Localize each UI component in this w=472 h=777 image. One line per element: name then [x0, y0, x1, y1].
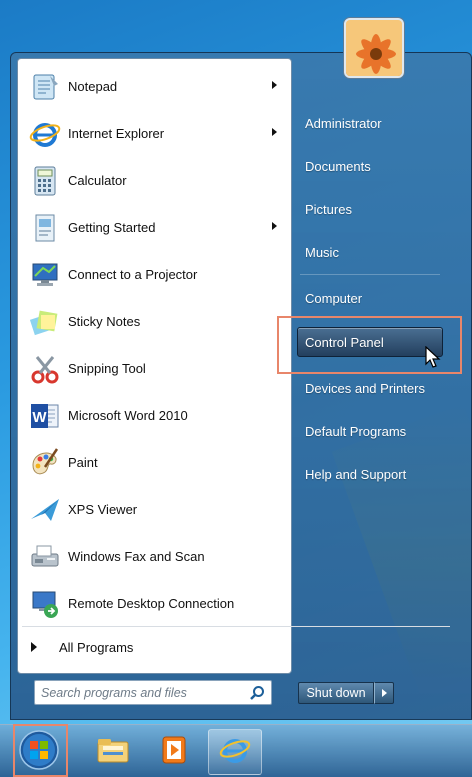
- svg-text:W: W: [32, 409, 47, 426]
- menu-computer[interactable]: Computer: [297, 283, 447, 313]
- program-label: Connect to a Projector: [68, 267, 198, 282]
- projector-icon: [28, 258, 62, 292]
- menu-label: Computer: [305, 290, 363, 306]
- remote-desktop-icon: [28, 587, 62, 621]
- program-notepad[interactable]: Notepad: [18, 63, 291, 110]
- program-label: Notepad: [68, 79, 118, 94]
- menu-label: Administrator: [305, 115, 382, 131]
- menu-label: Help and Support: [305, 466, 407, 482]
- submenu-arrow-icon[interactable]: [272, 222, 277, 230]
- search-icon[interactable]: [249, 685, 265, 704]
- mouse-cursor-icon: [425, 345, 443, 375]
- programs-divider: [22, 626, 450, 627]
- program-label: Snipping Tool: [68, 361, 146, 376]
- user-picture[interactable]: [344, 18, 404, 78]
- taskbar-explorer[interactable]: [86, 729, 140, 775]
- expand-arrow-icon: [31, 642, 37, 652]
- programs-pane: Notepad Internet Explorer Calculator Get…: [17, 58, 292, 674]
- paint-icon: [28, 446, 62, 480]
- sticky-notes-icon: [28, 305, 62, 339]
- all-programs-label: All Programs: [59, 639, 134, 655]
- chevron-right-icon: [381, 689, 387, 697]
- search-placeholder: Search programs and files: [41, 685, 187, 700]
- program-label: Microsoft Word 2010: [68, 408, 188, 423]
- internet-explorer-icon: [28, 117, 62, 151]
- program-word-2010[interactable]: W Microsoft Word 2010: [18, 392, 291, 439]
- program-label: Paint: [68, 455, 98, 470]
- program-getting-started[interactable]: Getting Started: [18, 204, 291, 251]
- program-label: Remote Desktop Connection: [68, 596, 235, 611]
- taskbar-internet-explorer[interactable]: [208, 729, 262, 775]
- menu-label: Documents: [305, 158, 371, 174]
- program-fax-scan[interactable]: Windows Fax and Scan: [18, 533, 291, 580]
- menu-documents[interactable]: Documents: [297, 151, 447, 181]
- explorer-folder-icon: [95, 734, 131, 771]
- taskbar-media-player[interactable]: [148, 729, 202, 775]
- menu-separator: [300, 274, 440, 275]
- menu-label: Music: [305, 244, 339, 260]
- menu-label: Devices and Printers: [305, 380, 425, 396]
- menu-administrator[interactable]: Administrator: [297, 108, 447, 138]
- notepad-icon: [28, 70, 62, 104]
- program-xps-viewer[interactable]: XPS Viewer: [18, 486, 291, 533]
- shutdown-label: Shut down: [306, 686, 366, 700]
- menu-devices-printers[interactable]: Devices and Printers: [297, 373, 447, 403]
- program-list: Notepad Internet Explorer Calculator Get…: [18, 59, 291, 627]
- fax-scan-icon: [28, 540, 62, 574]
- menu-label: Pictures: [305, 201, 352, 217]
- program-label: XPS Viewer: [68, 502, 138, 517]
- program-sticky-notes[interactable]: Sticky Notes: [18, 298, 291, 345]
- calculator-icon: [28, 164, 62, 198]
- shutdown-options-button[interactable]: [374, 682, 394, 704]
- program-label: Getting Started: [68, 220, 156, 235]
- program-paint[interactable]: Paint: [18, 439, 291, 486]
- submenu-arrow-icon[interactable]: [272, 81, 277, 89]
- search-input[interactable]: Search programs and files: [34, 680, 272, 705]
- internet-explorer-icon: [218, 733, 252, 772]
- start-highlight-annotation: [13, 724, 68, 777]
- menu-default-programs[interactable]: Default Programs: [297, 416, 447, 446]
- program-calculator[interactable]: Calculator: [18, 157, 291, 204]
- submenu-arrow-icon[interactable]: [272, 128, 277, 136]
- menu-music[interactable]: Music: [297, 237, 447, 267]
- program-connect-projector[interactable]: Connect to a Projector: [18, 251, 291, 298]
- xps-viewer-icon: [28, 493, 62, 527]
- program-label: Sticky Notes: [68, 314, 141, 329]
- program-snipping-tool[interactable]: Snipping Tool: [18, 345, 291, 392]
- program-label: Internet Explorer: [68, 126, 165, 141]
- menu-label: Default Programs: [305, 423, 407, 439]
- program-label: Windows Fax and Scan: [68, 549, 205, 564]
- word-icon: W: [28, 399, 62, 433]
- media-player-icon: [159, 734, 191, 771]
- menu-pictures[interactable]: Pictures: [297, 194, 447, 224]
- getting-started-icon: [28, 211, 62, 245]
- menu-help-support[interactable]: Help and Support: [297, 459, 447, 489]
- program-label: Calculator: [68, 173, 127, 188]
- snipping-tool-icon: [28, 352, 62, 386]
- program-remote-desktop[interactable]: Remote Desktop Connection: [18, 580, 291, 627]
- shutdown-button[interactable]: Shut down: [298, 682, 374, 704]
- all-programs-button[interactable]: All Programs: [17, 632, 292, 662]
- program-internet-explorer[interactable]: Internet Explorer: [18, 110, 291, 157]
